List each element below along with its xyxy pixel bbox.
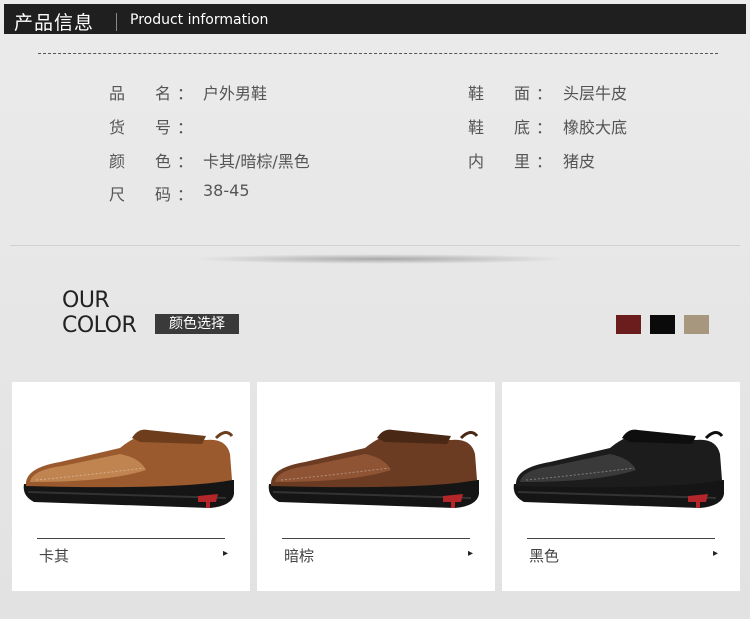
- info-label-char: 货: [109, 118, 126, 137]
- info-label-char: 里: [514, 152, 531, 171]
- info-colon: ：: [177, 152, 194, 171]
- info-label-char: 内: [468, 152, 485, 171]
- header-separator: [116, 13, 117, 31]
- card-divider: [37, 538, 225, 539]
- info-label-char: 名: [155, 84, 172, 103]
- swatch-maroon[interactable]: [616, 315, 641, 334]
- product-detail-page: 产品信息 Product information 品 名 ： 户外男鞋 货 号 …: [0, 0, 750, 619]
- info-colon: ：: [536, 84, 553, 103]
- shoe-collar: [622, 429, 696, 444]
- info-colon: ：: [177, 84, 194, 103]
- info-label-char: 尺: [109, 185, 126, 204]
- info-label-char: 颜: [109, 152, 126, 171]
- info-label-char: 号: [155, 118, 172, 137]
- arrow-right-icon: ▸: [468, 548, 474, 559]
- info-value: 38-45: [203, 181, 250, 200]
- header-title-en: Product information: [130, 12, 269, 28]
- info-label-char: 品: [109, 84, 126, 103]
- heading-line-our: OUR: [62, 288, 110, 313]
- shoe-image: [268, 429, 479, 508]
- info-value: 橡胶大底: [563, 118, 628, 137]
- info-label-char: 鞋: [468, 118, 485, 137]
- swatch-khaki[interactable]: [684, 315, 709, 334]
- card-color-name: 卡其: [39, 547, 70, 565]
- dashed-divider: [38, 53, 718, 54]
- info-label-char: 色: [155, 152, 172, 171]
- product-card-dark-brown[interactable]: 暗棕 ▸: [257, 382, 495, 591]
- info-label-char: 鞋: [468, 84, 485, 103]
- info-colon: ：: [536, 152, 553, 171]
- divider-shadow: [190, 254, 570, 264]
- info-colon: ：: [177, 118, 194, 137]
- product-card-khaki[interactable]: 卡其 ▸: [12, 382, 250, 591]
- heel-pull-tab: [214, 431, 234, 440]
- info-label-char: 面: [514, 84, 531, 103]
- info-value: 猪皮: [563, 152, 596, 171]
- shoe-image: [23, 429, 235, 508]
- info-colon: ：: [177, 185, 194, 204]
- info-label-char: 底: [514, 118, 531, 137]
- color-select-tag: 颜色选择: [155, 314, 239, 334]
- info-label-char: 码: [155, 185, 172, 204]
- heading-line-color: COLOR: [62, 313, 137, 338]
- card-color-name: 暗棕: [284, 547, 315, 565]
- shoe-image: [513, 429, 724, 508]
- shoe-collar: [132, 429, 206, 444]
- info-value: 头层牛皮: [563, 84, 628, 103]
- info-value: 户外男鞋: [203, 84, 268, 103]
- arrow-right-icon: ▸: [223, 548, 229, 559]
- section-divider: [10, 245, 740, 246]
- card-color-name: 黑色: [529, 547, 560, 565]
- card-divider: [282, 538, 470, 539]
- product-card-black[interactable]: 黑色 ▸: [502, 382, 740, 591]
- shoe-collar: [377, 429, 451, 444]
- header-bar: 产品信息 Product information: [4, 4, 746, 34]
- color-section-heading: OUR COLOR: [62, 288, 137, 338]
- card-divider: [527, 538, 715, 539]
- swatch-black[interactable]: [650, 315, 675, 334]
- heel-pull-tab: [704, 431, 724, 440]
- info-colon: ：: [536, 118, 553, 137]
- header-title-cn: 产品信息: [14, 12, 95, 34]
- arrow-right-icon: ▸: [713, 548, 719, 559]
- heel-pull-tab: [459, 431, 479, 440]
- info-value: 卡其/暗棕/黑色: [203, 152, 310, 171]
